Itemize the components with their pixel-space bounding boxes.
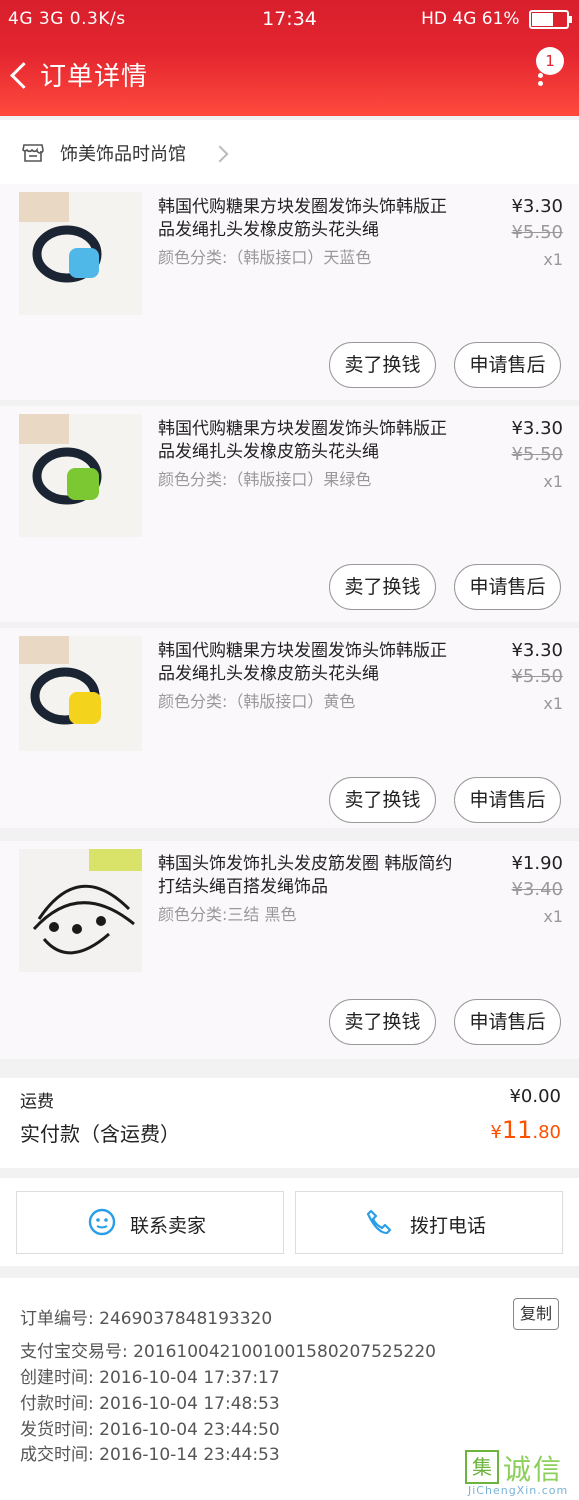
item-title[interactable]: 韩国代购糖果方块发圈发饰头饰韩版正品发绳扎头发橡皮筋头花头绳 — [158, 196, 458, 242]
chevron-right-icon — [211, 145, 229, 163]
contact-bar: 联系卖家 拨打电话 — [0, 1178, 579, 1266]
product-image[interactable] — [19, 849, 142, 972]
product-thumbnail — [19, 414, 142, 537]
more-options-icon[interactable] — [538, 70, 544, 89]
item-quantity: x1 — [543, 694, 563, 713]
product-image[interactable] — [19, 192, 142, 315]
copy-button[interactable]: 复制 — [513, 1298, 559, 1330]
system-status-text: HD 4G 61% — [421, 9, 520, 29]
product-thumbnail — [19, 192, 142, 315]
item-quantity: x1 — [543, 472, 563, 491]
paid-amount: ¥11.80 — [490, 1116, 561, 1144]
order-item[interactable]: 韩国代购糖果方块发圈发饰头饰韩版正品发绳扎头发橡皮筋头花头绳 颜色分类:（韩版接… — [0, 628, 579, 828]
sell-button[interactable]: 卖了换钱 — [329, 777, 436, 823]
item-original-price: ¥5.50 — [511, 444, 563, 465]
product-thumbnail — [19, 849, 142, 972]
paid-currency: ¥ — [490, 1122, 502, 1143]
paid-time: 付款时间: 2016-10-04 17:48:53 — [20, 1394, 280, 1414]
page-title: 订单详情 — [40, 62, 149, 92]
call-phone-button[interactable]: 拨打电话 — [295, 1191, 563, 1254]
item-price: ¥3.30 — [511, 196, 563, 217]
product-image[interactable] — [19, 414, 142, 537]
paid-label: 实付款（含运费） — [20, 1122, 180, 1146]
item-price: ¥3.30 — [511, 640, 563, 661]
order-item[interactable]: 韩国代购糖果方块发圈发饰头饰韩版正品发绳扎头发橡皮筋头花头绳 颜色分类:（韩版接… — [0, 184, 579, 400]
after-sales-button[interactable]: 申请售后 — [454, 777, 561, 823]
item-quantity: x1 — [543, 250, 563, 269]
item-title[interactable]: 韩国头饰发饰扎头发皮筋发圈 韩版简约打结头绳百搭发绳饰品 — [158, 853, 458, 899]
sell-button[interactable]: 卖了换钱 — [329, 342, 436, 388]
item-quantity: x1 — [543, 907, 563, 926]
contact-seller-label: 联系卖家 — [130, 1215, 207, 1237]
alipay-number: 支付宝交易号: 2016100421001001580207525220 — [20, 1342, 436, 1362]
after-sales-button[interactable]: 申请售后 — [454, 564, 561, 610]
product-bead — [69, 692, 101, 724]
shipping-value: ¥0.00 — [509, 1086, 561, 1107]
item-original-price: ¥3.40 — [511, 879, 563, 900]
watermark-box: 集 — [465, 1450, 499, 1484]
order-item[interactable]: 韩国头饰发饰扎头发皮筋发圈 韩版简约打结头绳百搭发绳饰品 颜色分类:三结 黑色 … — [0, 841, 579, 1059]
order-item[interactable]: 韩国代购糖果方块发圈发饰头饰韩版正品发绳扎头发橡皮筋头花头绳 颜色分类:（韩版接… — [0, 406, 579, 622]
after-sales-button[interactable]: 申请售后 — [454, 342, 561, 388]
chat-icon — [88, 1208, 116, 1236]
order-totals: 运费 ¥0.00 实付款（含运费） ¥11.80 — [0, 1078, 579, 1168]
store-icon — [22, 144, 44, 162]
completed-time: 成交时间: 2016-10-14 23:44:53 — [20, 1445, 280, 1465]
store-row[interactable]: 饰美饰品时尚馆 — [0, 120, 579, 184]
contact-seller-button[interactable]: 联系卖家 — [16, 1191, 284, 1254]
shipping-label: 运费 — [20, 1092, 54, 1112]
watermark-sub: JiChengXin.com — [468, 1484, 569, 1497]
item-original-price: ¥5.50 — [511, 666, 563, 687]
product-thumbnail — [19, 636, 142, 751]
store-name: 饰美饰品时尚馆 — [60, 144, 186, 165]
product-bead — [67, 468, 99, 500]
product-image[interactable] — [19, 636, 142, 751]
shipped-time: 发货时间: 2016-10-04 23:44:50 — [20, 1420, 280, 1440]
paid-integer: 11 — [501, 1116, 533, 1144]
item-price: ¥1.90 — [511, 853, 563, 874]
product-bead — [69, 248, 99, 278]
after-sales-button[interactable]: 申请售后 — [454, 999, 561, 1045]
watermark-logo: 集 诚信 JiChengXin.com — [460, 1446, 579, 1500]
paid-decimal: .80 — [532, 1122, 561, 1143]
app-header: 4G 3G 0.3K/s 17:34 HD 4G 61% 订单详情 1 — [0, 0, 579, 116]
item-spec: 颜色分类:（韩版接口）天蓝色 — [158, 248, 372, 267]
item-title[interactable]: 韩国代购糖果方块发圈发饰头饰韩版正品发绳扎头发橡皮筋头花头绳 — [158, 418, 458, 464]
item-price: ¥3.30 — [511, 418, 563, 439]
item-original-price: ¥5.50 — [511, 222, 563, 243]
phone-icon — [366, 1209, 392, 1235]
battery-icon — [529, 9, 572, 29]
sell-button[interactable]: 卖了换钱 — [329, 999, 436, 1045]
watermark-text: 诚信 — [503, 1453, 564, 1486]
created-time: 创建时间: 2016-10-04 17:37:17 — [20, 1368, 280, 1388]
back-arrow-icon[interactable] — [10, 62, 37, 89]
item-spec: 颜色分类:（韩版接口）果绿色 — [158, 470, 372, 489]
call-phone-label: 拨打电话 — [410, 1215, 487, 1237]
item-spec: 颜色分类:（韩版接口）黄色 — [158, 692, 356, 711]
sell-button[interactable]: 卖了换钱 — [329, 564, 436, 610]
item-title[interactable]: 韩国代购糖果方块发圈发饰头饰韩版正品发绳扎头发橡皮筋头花头绳 — [158, 640, 458, 686]
order-number: 订单编号: 2469037848193320 — [20, 1309, 273, 1329]
status-bar: 4G 3G 0.3K/s 17:34 HD 4G 61% — [0, 0, 579, 38]
item-spec: 颜色分类:三结 黑色 — [158, 905, 297, 924]
system-status: HD 4G 61% — [421, 0, 572, 38]
